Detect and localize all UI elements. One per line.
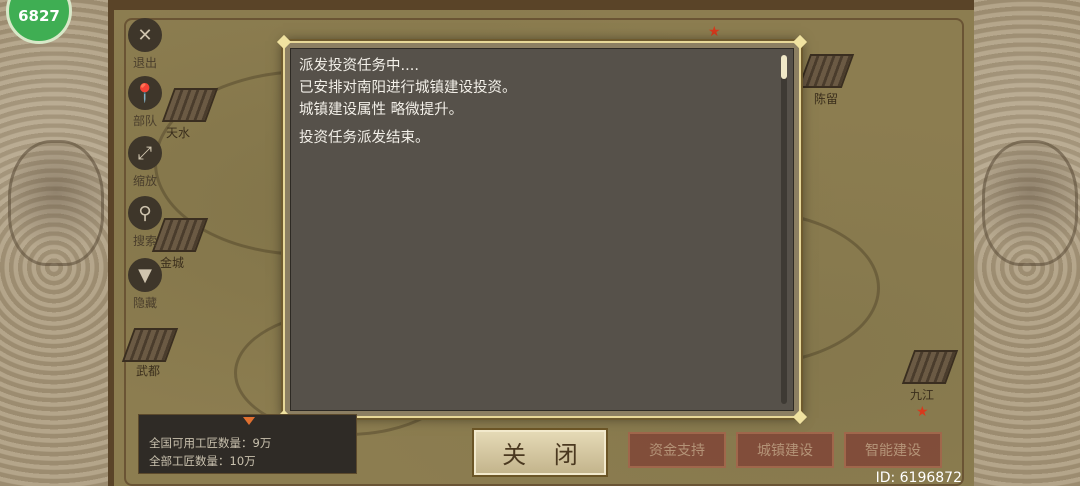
- left-ornament-panel: [0, 0, 114, 486]
- city-label: 九江: [910, 388, 935, 402]
- right-ornament-panel: [968, 0, 1080, 486]
- close-icon: ✕: [128, 18, 162, 52]
- search-label: 搜索: [132, 234, 157, 248]
- total-workers-text: 全部工匠数量：10万: [149, 454, 256, 468]
- city-label: 陈留: [814, 92, 839, 106]
- log-line: 已安排对南阳进行城镇建设投资。: [299, 80, 517, 96]
- exit-label: 退出: [132, 56, 157, 70]
- town-build-button[interactable]: 城镇建设: [736, 432, 834, 468]
- resource-badge-value: 6827: [18, 7, 60, 25]
- investment-log-dialog: 派发投资任务中.... 已安排对南阳进行城镇建设投资。 城镇建设属性 略微提升。…: [276, 34, 808, 425]
- troops-button[interactable]: 📍 部队: [127, 76, 163, 129]
- exit-button[interactable]: ✕ 退出: [127, 18, 163, 71]
- player-id: ID: 6196872: [875, 470, 962, 486]
- zoom-label: 缩放: [132, 174, 157, 188]
- search-icon: ⚲: [128, 196, 162, 230]
- worker-info-box: 全国可用工匠数量：9万 全部工匠数量：10万: [138, 414, 357, 474]
- scrollbar-thumb[interactable]: [781, 55, 787, 79]
- available-workers-text: 全国可用工匠数量：9万: [149, 436, 272, 450]
- hide-button[interactable]: ▼ 隐藏: [127, 258, 163, 311]
- dialog-content[interactable]: 派发投资任务中.... 已安排对南阳进行城镇建设投资。 城镇建设属性 略微提升。…: [290, 48, 794, 411]
- log-line: 城镇建设属性 略微提升。: [299, 102, 464, 118]
- log-line: 派发投资任务中....: [299, 58, 419, 74]
- fund-support-button[interactable]: 资金支持: [628, 432, 726, 468]
- chevron-down-icon: ▼: [128, 258, 162, 292]
- game-screen: 6827 天水 金城 武都 陈留 九江 ★ ★ ✕ 退出 📍 部队 ⤢ 缩放 ⚲…: [0, 0, 1080, 486]
- city-label: 武都: [136, 364, 161, 378]
- log-line: 投资任务派发结束。: [299, 130, 430, 146]
- troops-label: 部队: [132, 114, 157, 128]
- location-pin-icon: 📍: [128, 76, 162, 110]
- zoom-button[interactable]: ⤢ 缩放: [127, 136, 163, 189]
- log-text: 派发投资任务中.... 已安排对南阳进行城镇建设投资。 城镇建设属性 略微提升。…: [299, 55, 773, 149]
- close-button[interactable]: 关 闭: [472, 428, 608, 477]
- hide-label: 隐藏: [132, 296, 157, 310]
- city-label: 天水: [166, 126, 191, 140]
- city-label: 金城: [160, 256, 185, 270]
- log-scrollbar[interactable]: [781, 55, 787, 404]
- star-marker-icon: ★: [708, 24, 721, 40]
- dragon-ornament-icon: [982, 140, 1078, 266]
- star-marker-icon: ★: [916, 404, 929, 420]
- info-arrow-icon: [243, 417, 255, 425]
- search-button[interactable]: ⚲ 搜索: [127, 196, 163, 249]
- smart-build-button[interactable]: 智能建设: [844, 432, 942, 468]
- dragon-ornament-icon: [8, 140, 104, 266]
- zoom-expand-icon: ⤢: [128, 136, 162, 170]
